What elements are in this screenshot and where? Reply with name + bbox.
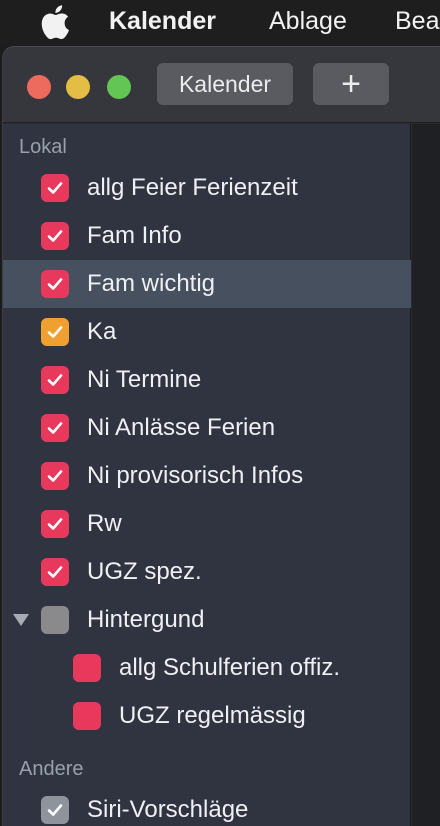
section-header-andere: Andere [19, 758, 84, 780]
calendar-checkbox-checked[interactable] [41, 796, 69, 824]
calendar-item-label: Siri-Vorschläge [87, 796, 249, 823]
menu-app-name[interactable]: Kalender [109, 7, 216, 36]
checkmark-icon [45, 562, 65, 582]
checkmark-icon [45, 322, 65, 342]
calendar-view-pane [412, 124, 440, 826]
calendar-list-sidebar: Lokal allg Feier Ferienzeit Fam Info Fam wi… [3, 124, 411, 826]
calendar-item[interactable]: UGZ regelmässig [3, 692, 411, 740]
calendar-checkbox-checked[interactable] [41, 462, 69, 490]
calendar-checkbox-unchecked[interactable] [73, 702, 101, 730]
calendar-checkbox-checked[interactable] [41, 222, 69, 250]
calendar-checkbox-checked[interactable] [41, 366, 69, 394]
zoom-window-button[interactable] [107, 75, 131, 99]
title-bar: Kalender + [3, 47, 440, 123]
calendar-item[interactable]: allg Schulferien offiz. [3, 644, 411, 692]
calendar-item-label: Ni Anlässe Ferien [87, 414, 276, 441]
calendar-item[interactable]: Ni Termine [3, 356, 411, 404]
checkmark-icon [45, 514, 65, 534]
calendar-checkbox-checked[interactable] [41, 414, 69, 442]
checkmark-icon [45, 178, 65, 198]
calendar-checkbox-unchecked[interactable] [73, 654, 101, 682]
menu-bearbeiten[interactable]: Bea [395, 7, 439, 36]
calendar-item-label: Ni Termine [87, 366, 202, 393]
add-event-button[interactable]: + [313, 63, 389, 105]
calendar-item[interactable]: allg Feier Ferienzeit [3, 164, 411, 212]
checkmark-icon [45, 466, 65, 486]
minimize-window-button[interactable] [66, 75, 90, 99]
checkmark-icon [45, 418, 65, 438]
calendar-item-label: allg Feier Ferienzeit [87, 174, 298, 201]
calendar-item-label: Rw [87, 510, 122, 537]
calendar-item[interactable]: Siri-Vorschläge [3, 786, 411, 826]
apple-logo-icon[interactable] [40, 4, 70, 40]
calendar-checkbox-checked[interactable] [41, 558, 69, 586]
checkmark-icon [45, 226, 65, 246]
calendar-item-label: UGZ regelmässig [119, 702, 306, 729]
close-window-button[interactable] [27, 75, 51, 99]
calendar-item[interactable]: Fam wichtig [3, 260, 411, 308]
calendar-item[interactable]: Ni provisorisch Infos [3, 452, 411, 500]
menu-bar: Kalender Ablage Bea [0, 0, 440, 46]
calendar-checkbox-checked[interactable] [41, 174, 69, 202]
calendars-toggle-button[interactable]: Kalender [157, 63, 293, 105]
menu-ablage[interactable]: Ablage [269, 7, 347, 36]
calendar-item[interactable]: Rw [3, 500, 411, 548]
calendar-checkbox-checked[interactable] [41, 318, 69, 346]
checkmark-icon [45, 370, 65, 390]
disclosure-triangle-icon[interactable] [13, 614, 29, 626]
calendar-item-label: Fam wichtig [87, 270, 216, 297]
calendar-item-label: allg Schulferien offiz. [119, 654, 341, 681]
calendar-item-label: Fam Info [87, 222, 182, 249]
calendar-checkbox-checked[interactable] [41, 510, 69, 538]
calendar-item[interactable]: Fam Info [3, 212, 411, 260]
calendar-item[interactable]: Hintergund [3, 596, 411, 644]
calendar-item-label: UGZ spez. [87, 558, 202, 585]
checkmark-icon [45, 800, 65, 820]
checkmark-icon [45, 274, 65, 294]
calendar-window: Kalender + Lokal allg Feier Ferienzeit Fam… [2, 46, 440, 826]
calendar-checkbox-checked[interactable] [41, 270, 69, 298]
calendar-item[interactable]: Ni Anlässe Ferien [3, 404, 411, 452]
calendar-item[interactable]: UGZ spez. [3, 548, 411, 596]
calendar-item-label: Hintergund [87, 606, 205, 633]
section-header-lokal: Lokal [19, 136, 67, 158]
calendar-checkbox-unchecked[interactable] [41, 606, 69, 634]
calendar-item-label: Ni provisorisch Infos [87, 462, 304, 489]
calendar-item-label: Ka [87, 318, 117, 345]
calendar-item[interactable]: Ka [3, 308, 411, 356]
